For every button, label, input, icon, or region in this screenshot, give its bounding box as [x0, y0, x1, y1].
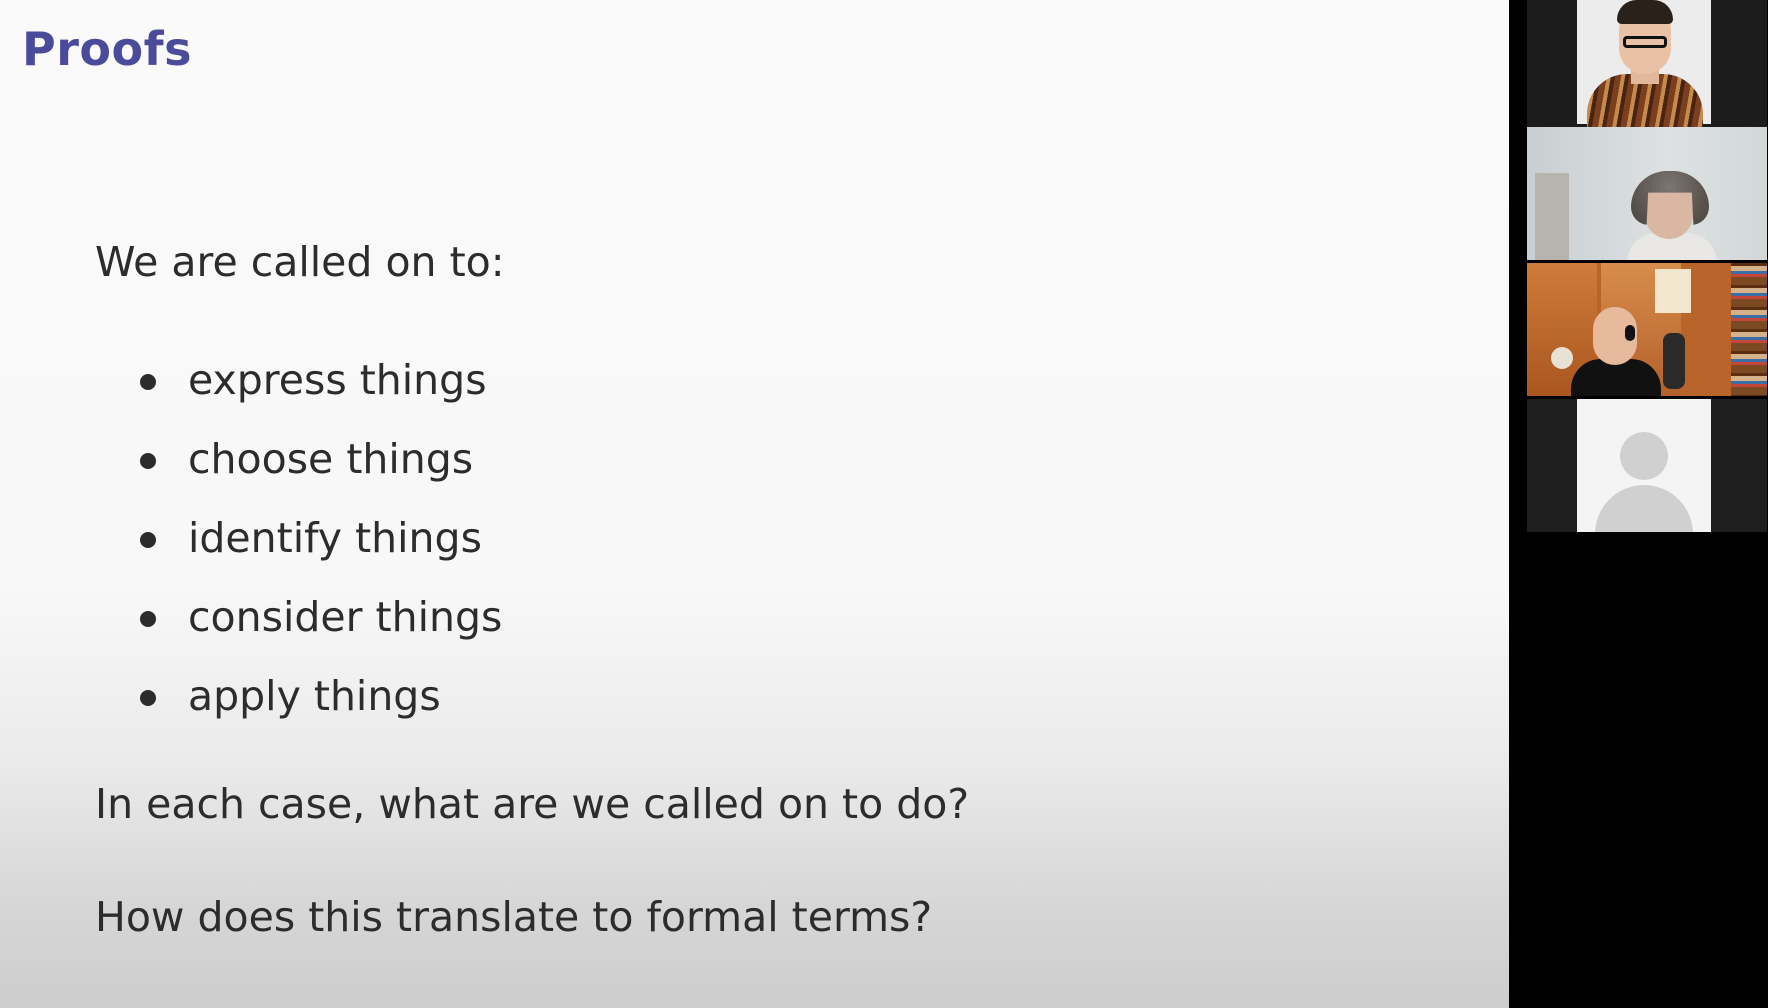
- participant-hair: [1617, 0, 1673, 24]
- list-item: choose things: [140, 419, 502, 498]
- participant-tile-4[interactable]: [1527, 399, 1767, 532]
- glasses-icon: [1623, 36, 1667, 48]
- headset-icon: [1625, 325, 1635, 341]
- desk-lamp: [1551, 347, 1573, 369]
- bullet-icon: [140, 531, 156, 548]
- slide-title: Proofs: [22, 22, 192, 76]
- list-item: express things: [140, 340, 502, 419]
- participant-tile-1[interactable]: [1527, 0, 1767, 133]
- participant-tile-2[interactable]: [1527, 127, 1767, 260]
- list-item: consider things: [140, 577, 502, 656]
- bullet-text: choose things: [188, 434, 474, 483]
- list-item: identify things: [140, 498, 502, 577]
- list-item: apply things: [140, 656, 502, 735]
- participant-tile-3[interactable]: [1527, 263, 1767, 396]
- bullet-text: express things: [188, 355, 487, 404]
- bookshelf: [1731, 263, 1767, 396]
- bullet-text: apply things: [188, 671, 441, 720]
- slide-intro: We are called on to:: [95, 238, 505, 286]
- bullet-text: consider things: [188, 592, 503, 641]
- bullet-icon: [140, 689, 156, 706]
- slide-question-1: In each case, what are we called on to d…: [95, 780, 970, 828]
- office-chair: [1663, 333, 1685, 389]
- bullet-icon: [140, 610, 156, 627]
- participants-panel: [1509, 0, 1768, 1008]
- bullet-icon: [140, 452, 156, 469]
- background-door: [1535, 173, 1569, 260]
- background-window: [1655, 269, 1691, 313]
- video-call-screen: Proofs We are called on to: express thin…: [0, 0, 1768, 1008]
- default-avatar-icon: [1620, 432, 1668, 480]
- bullet-text: identify things: [188, 513, 482, 562]
- shared-slide: Proofs We are called on to: express thin…: [0, 0, 1509, 1008]
- bullet-icon: [140, 373, 156, 390]
- bullet-list: express things choose things identify th…: [140, 340, 502, 735]
- slide-question-2: How does this translate to formal terms?: [95, 893, 933, 941]
